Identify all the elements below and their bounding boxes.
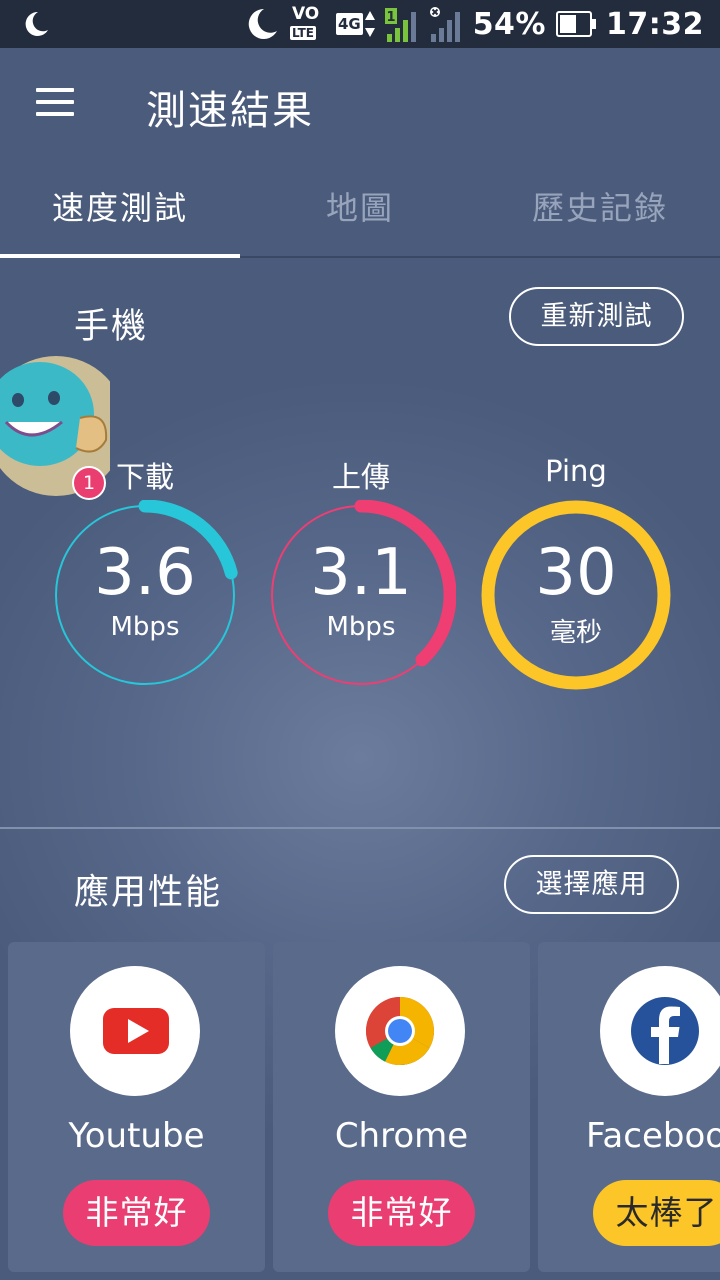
app-icon-circle [70,966,200,1096]
tab-label: 歷史記錄 [531,189,668,227]
page-title: 測速結果 [146,88,314,134]
rating-badge: 非常好 [63,1180,210,1246]
app-card-youtube[interactable]: Youtube 非常好 [8,942,265,1272]
status-bar: VO LTE 4G 1 54% 17:32 [0,0,720,48]
section-divider [0,827,720,829]
download-value: 3.6 [94,536,196,610]
app-name: Facebook [586,1116,720,1156]
app-card-chrome[interactable]: Chrome 非常好 [273,942,530,1272]
select-app-button[interactable]: 選擇應用 [504,855,679,914]
ping-gauge: 30 毫秒 [481,500,671,690]
data-arrows-icon [364,11,375,37]
tab-speed-test[interactable]: 速度測試 [0,160,240,256]
upload-gauge: 3.1 Mbps [266,500,456,690]
ping-value: 30 [535,536,617,610]
youtube-icon [103,1008,169,1054]
app-icon-circle [600,966,720,1096]
chrome-icon [366,997,434,1066]
tab-label: 地圖 [325,189,394,227]
menu-icon[interactable] [36,86,76,118]
rating-badge: 非常好 [328,1180,475,1246]
upload-label: 上傳 [331,460,390,494]
battery-percentage: 54% [472,6,546,42]
signal-strength-sim2-icon [429,7,460,42]
upload-value: 3.1 [310,536,412,610]
battery-icon [556,11,596,37]
tab-label: 速度測試 [51,189,188,227]
app-icon-circle [335,966,465,1096]
upload-unit: Mbps [326,612,396,642]
ping-label: Ping [545,454,607,488]
download-label: 下載 [115,460,174,494]
ping-unit: 毫秒 [549,618,602,648]
svg-text:1: 1 [386,10,395,25]
tab-history[interactable]: 歷史記錄 [480,160,720,256]
tab-map[interactable]: 地圖 [240,160,480,256]
volte-indicator: VO LTE [289,4,320,40]
retest-button[interactable]: 重新測試 [509,287,684,346]
network-type-indicator: 4G [335,11,375,37]
do-not-disturb-moon-icon [248,8,277,39]
app-name: Youtube [68,1116,205,1156]
main-content: 手機 重新測試 1 下載 上傳 Ping 3.6 Mbps 3.1 Mbps 3… [0,258,720,1280]
app-card-facebook[interactable]: Facebook 太棒了 [538,942,720,1272]
moon-icon [25,11,48,36]
signal-strength-sim1-icon: 1 [384,8,416,42]
download-gauge: 3.6 Mbps [50,500,240,690]
clock: 17:32 [606,6,704,42]
app-performance-title: 應用性能 [74,873,223,913]
rating-badge: 太棒了 [593,1180,720,1246]
facebook-icon [631,997,699,1065]
app-bar: 測速結果 [0,48,720,160]
app-name: Chrome [334,1116,469,1156]
phone-section-title: 手機 [74,307,149,347]
tab-bar: 速度測試 地圖 歷史記錄 [0,160,720,258]
download-unit: Mbps [110,612,180,642]
